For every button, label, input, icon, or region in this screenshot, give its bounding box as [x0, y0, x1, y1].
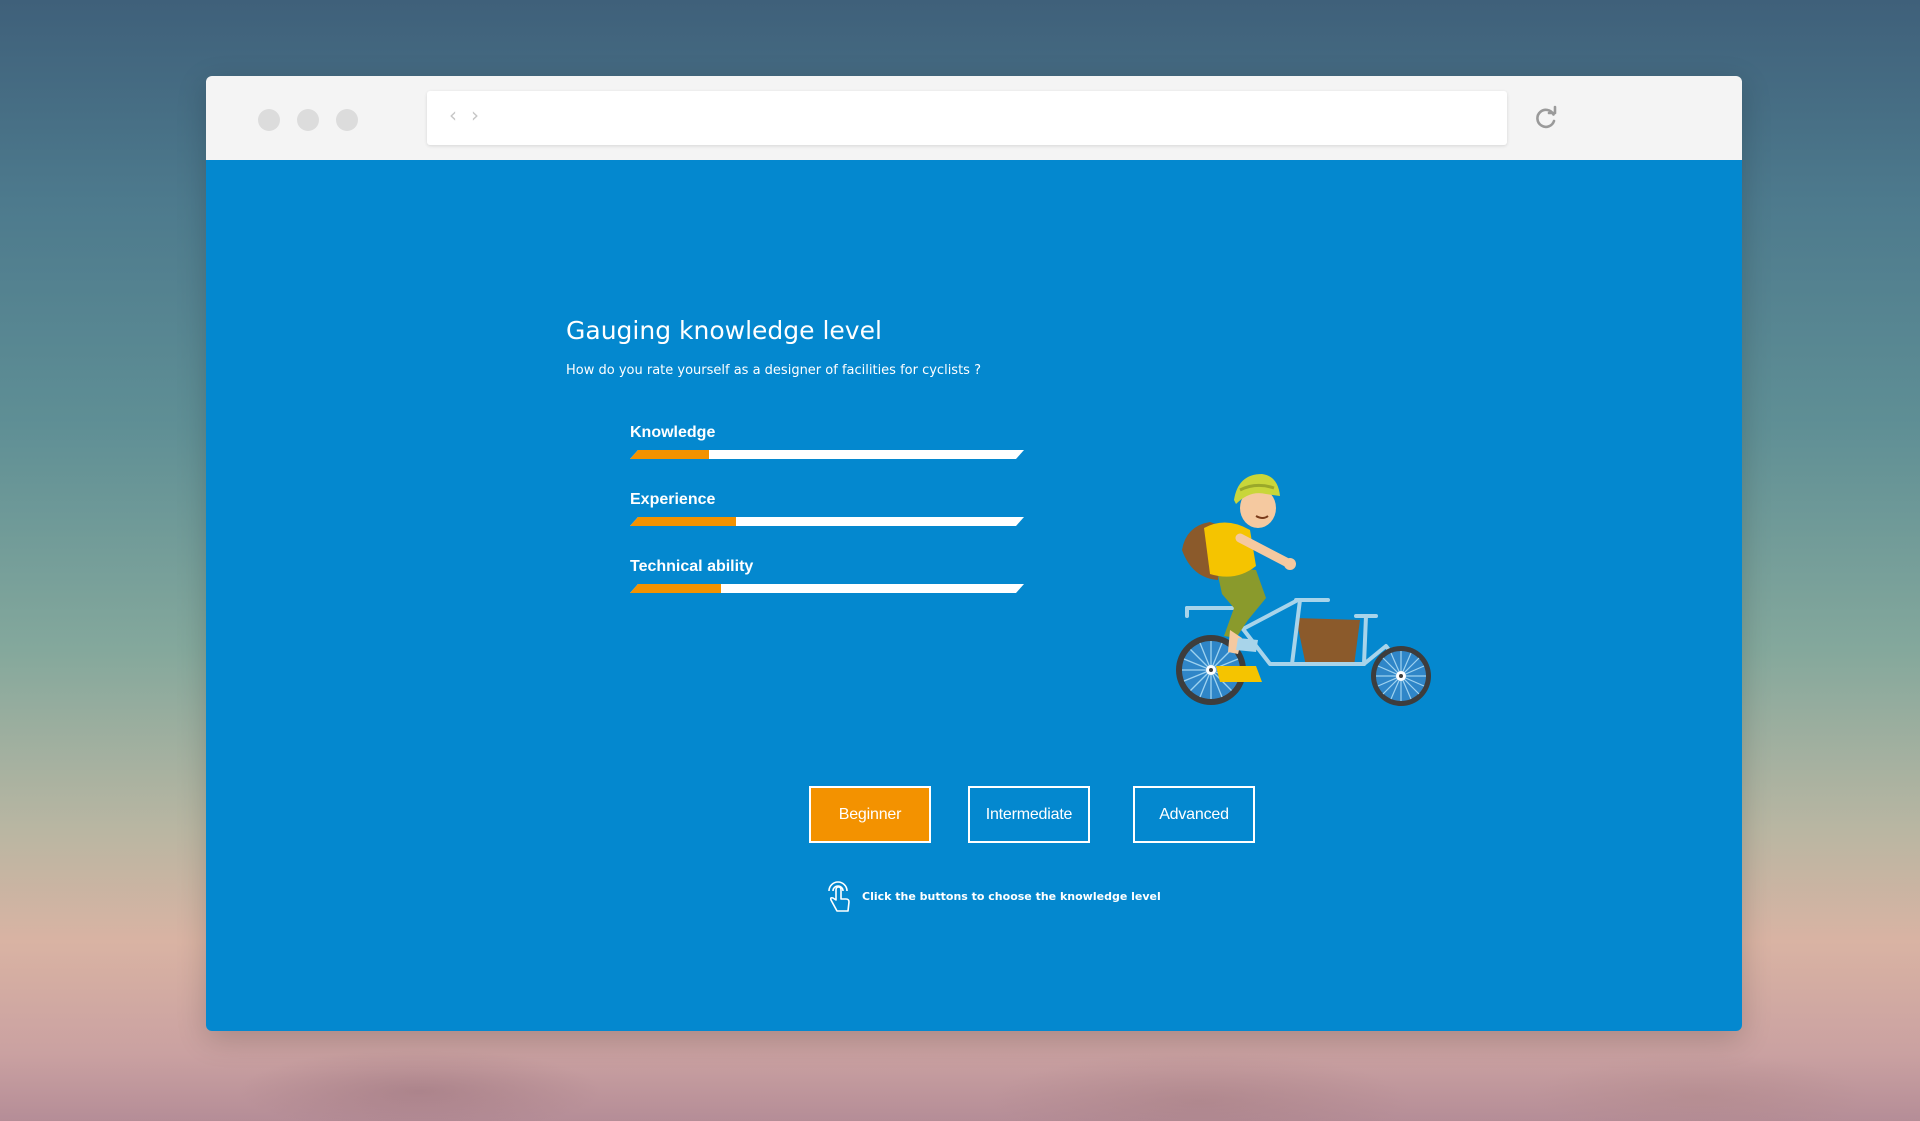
chevron-right-icon[interactable]: › — [471, 103, 479, 127]
skill-bar-fill — [630, 517, 736, 526]
chevron-left-icon[interactable]: ‹ — [449, 103, 457, 127]
skill-experience: Experience — [630, 491, 1030, 526]
skill-label: Experience — [630, 491, 716, 508]
skill-knowledge: Knowledge — [630, 424, 1030, 459]
hint: Click the buttons to choose the knowledg… — [824, 878, 1161, 914]
window-minimize-button[interactable] — [297, 109, 319, 131]
browser-titlebar: ‹ › — [206, 76, 1742, 160]
page-subtitle: How do you rate yourself as a designer o… — [566, 363, 981, 378]
skill-bar-track — [630, 584, 1024, 593]
browser-window: ‹ › Gauging knowledge level How do you r… — [206, 76, 1742, 1031]
hint-text: Click the buttons to choose the knowledg… — [862, 889, 1161, 903]
skill-technical-ability: Technical ability — [630, 558, 1030, 593]
window-maximize-button[interactable] — [336, 109, 358, 131]
beginner-button[interactable]: Beginner — [809, 786, 931, 843]
front-wheel — [1371, 646, 1431, 706]
skill-bar-track — [630, 450, 1024, 459]
skill-bar-fill — [630, 584, 721, 593]
tap-hand-icon — [828, 881, 850, 912]
page-content: Gauging knowledge level How do you rate … — [206, 160, 1742, 1031]
advanced-button[interactable]: Advanced — [1133, 786, 1255, 843]
intermediate-button[interactable]: Intermediate — [968, 786, 1090, 843]
window-close-button[interactable] — [258, 109, 280, 131]
skill-label: Knowledge — [630, 424, 716, 441]
cargo-bike-cyclist-illustration — [1176, 474, 1431, 706]
reload-icon[interactable] — [1528, 100, 1564, 136]
address-bar[interactable]: ‹ › — [427, 91, 1507, 145]
skill-bar-track — [630, 517, 1024, 526]
skill-label: Technical ability — [630, 558, 754, 575]
skill-bar-fill — [630, 450, 709, 459]
cargo-box — [1296, 618, 1360, 666]
page-title: Gauging knowledge level — [566, 316, 882, 345]
